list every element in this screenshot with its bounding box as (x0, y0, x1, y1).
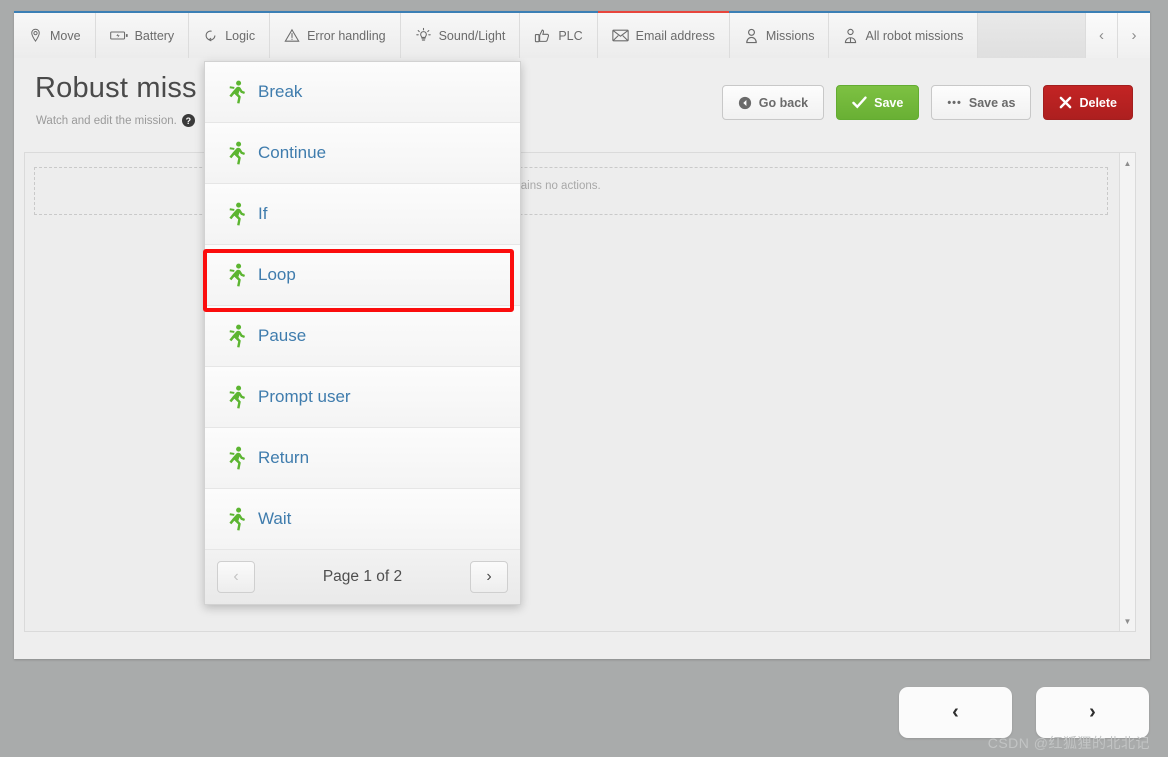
pagination-next-button[interactable]: › (470, 561, 508, 593)
dropdown-item-pause[interactable]: Pause (205, 306, 520, 367)
running-person-icon (226, 507, 246, 531)
tab-label: All robot missions (865, 28, 964, 43)
logic-actions-dropdown: Break Continue If Loop Pause Prompt user… (204, 61, 521, 605)
lightbulb-icon (415, 27, 432, 44)
tab-move[interactable]: Move (14, 13, 96, 58)
dropdown-pagination: ‹ Page 1 of 2 › (205, 550, 520, 604)
dropdown-item-continue[interactable]: Continue (205, 123, 520, 184)
tab-label: PLC (558, 28, 583, 43)
running-person-icon (226, 141, 246, 165)
toolbar-next-button[interactable]: › (1118, 13, 1150, 58)
warning-triangle-icon (284, 28, 300, 43)
page-header: Robust miss Watch and edit the mission. … (14, 58, 1150, 142)
tab-label: Error handling (307, 28, 386, 43)
tab-missions[interactable]: Missions (729, 13, 830, 58)
dropdown-item-label: Break (258, 82, 303, 101)
person-icon (744, 28, 759, 44)
dropdown-item-break[interactable]: Break (205, 62, 520, 123)
running-person-icon (226, 263, 246, 287)
scroll-down-icon[interactable]: ▼ (1120, 613, 1135, 629)
mission-actions-panel: ssion contains no actions. ▲ ▼ (24, 152, 1136, 632)
page-subtitle-text: Watch and edit the mission. (36, 114, 177, 127)
dropdown-item-label: Prompt user (258, 387, 351, 406)
page-title: Robust miss (35, 72, 197, 104)
dropdown-item-label: Pause (258, 326, 307, 345)
toolbar-prev-button[interactable]: ‹ (1086, 13, 1118, 58)
go-back-button[interactable]: Go back (721, 85, 825, 120)
tab-label: Missions (765, 28, 815, 43)
button-label: Go back (758, 95, 809, 110)
dropdown-item-if[interactable]: If (205, 184, 520, 245)
tab-battery[interactable]: Battery (95, 13, 190, 58)
cross-icon (1059, 96, 1072, 109)
save-button[interactable]: Save (836, 85, 920, 120)
category-toolbar: Move Battery Logic Error handling Sound/… (14, 11, 1150, 58)
dropdown-item-label: Wait (258, 509, 292, 528)
button-label: Save as (968, 95, 1016, 110)
map-pin-icon (28, 28, 43, 43)
running-person-icon (226, 80, 246, 104)
tab-sound-light[interactable]: Sound/Light (400, 13, 521, 58)
running-person-icon (226, 446, 246, 470)
wizard-next-button[interactable]: › (1036, 687, 1149, 738)
page-subtitle: Watch and edit the mission. ? (36, 114, 195, 127)
tab-label: Sound/Light (438, 28, 506, 43)
envelope-icon (611, 29, 629, 42)
dropdown-item-loop[interactable]: Loop (205, 245, 520, 306)
back-circle-icon (738, 96, 752, 110)
vertical-scrollbar[interactable]: ▲ ▼ (1119, 153, 1135, 631)
wizard-navigation: ‹ › (899, 687, 1149, 738)
delete-button[interactable]: Delete (1043, 85, 1133, 120)
header-actions: Go back Save ••• Save as Delete (721, 85, 1133, 120)
button-label: Save (874, 95, 904, 110)
running-person-icon (226, 385, 246, 409)
help-icon[interactable]: ? (181, 114, 195, 127)
wizard-prev-button[interactable]: ‹ (899, 687, 1012, 738)
thumbs-up-icon (534, 28, 551, 44)
tab-logic[interactable]: Logic (189, 13, 271, 58)
tab-email-address[interactable]: Email address (597, 11, 730, 58)
dropdown-item-label: Continue (258, 143, 327, 162)
app-window: Move Battery Logic Error handling Sound/… (0, 0, 1168, 757)
loop-arrow-icon (203, 28, 218, 43)
dropdown-item-label: Loop (258, 265, 296, 284)
button-label: Delete (1079, 95, 1117, 110)
dropdown-item-prompt-user[interactable]: Prompt user (205, 367, 520, 428)
tab-label: Email address (635, 28, 715, 43)
dropdown-item-label: Return (258, 448, 310, 467)
battery-icon (109, 29, 128, 42)
tab-error-handling[interactable]: Error handling (270, 13, 401, 58)
dropdown-item-return[interactable]: Return (205, 428, 520, 489)
tab-all-robot-missions[interactable]: All robot missions (829, 13, 979, 58)
toolbar-filler (978, 13, 1086, 58)
pagination-prev-button[interactable]: ‹ (217, 561, 255, 593)
dropdown-item-wait[interactable]: Wait (205, 489, 520, 550)
checkmark-icon (852, 96, 867, 109)
dropdown-item-label: If (258, 204, 268, 223)
tab-label: Battery (134, 28, 175, 43)
pagination-label: Page 1 of 2 (322, 568, 403, 585)
tab-plc[interactable]: PLC (520, 13, 598, 58)
watermark: CSDN @红狐狸的北北记 (987, 735, 1150, 751)
tab-label: Logic (225, 28, 256, 43)
tab-label: Move (50, 28, 81, 43)
scroll-up-icon[interactable]: ▲ (1120, 155, 1135, 171)
save-as-button[interactable]: ••• Save as (931, 85, 1032, 120)
person-bust-icon (843, 28, 858, 44)
running-person-icon (226, 324, 246, 348)
ellipsis-icon: ••• (947, 96, 962, 109)
running-person-icon (226, 202, 246, 226)
